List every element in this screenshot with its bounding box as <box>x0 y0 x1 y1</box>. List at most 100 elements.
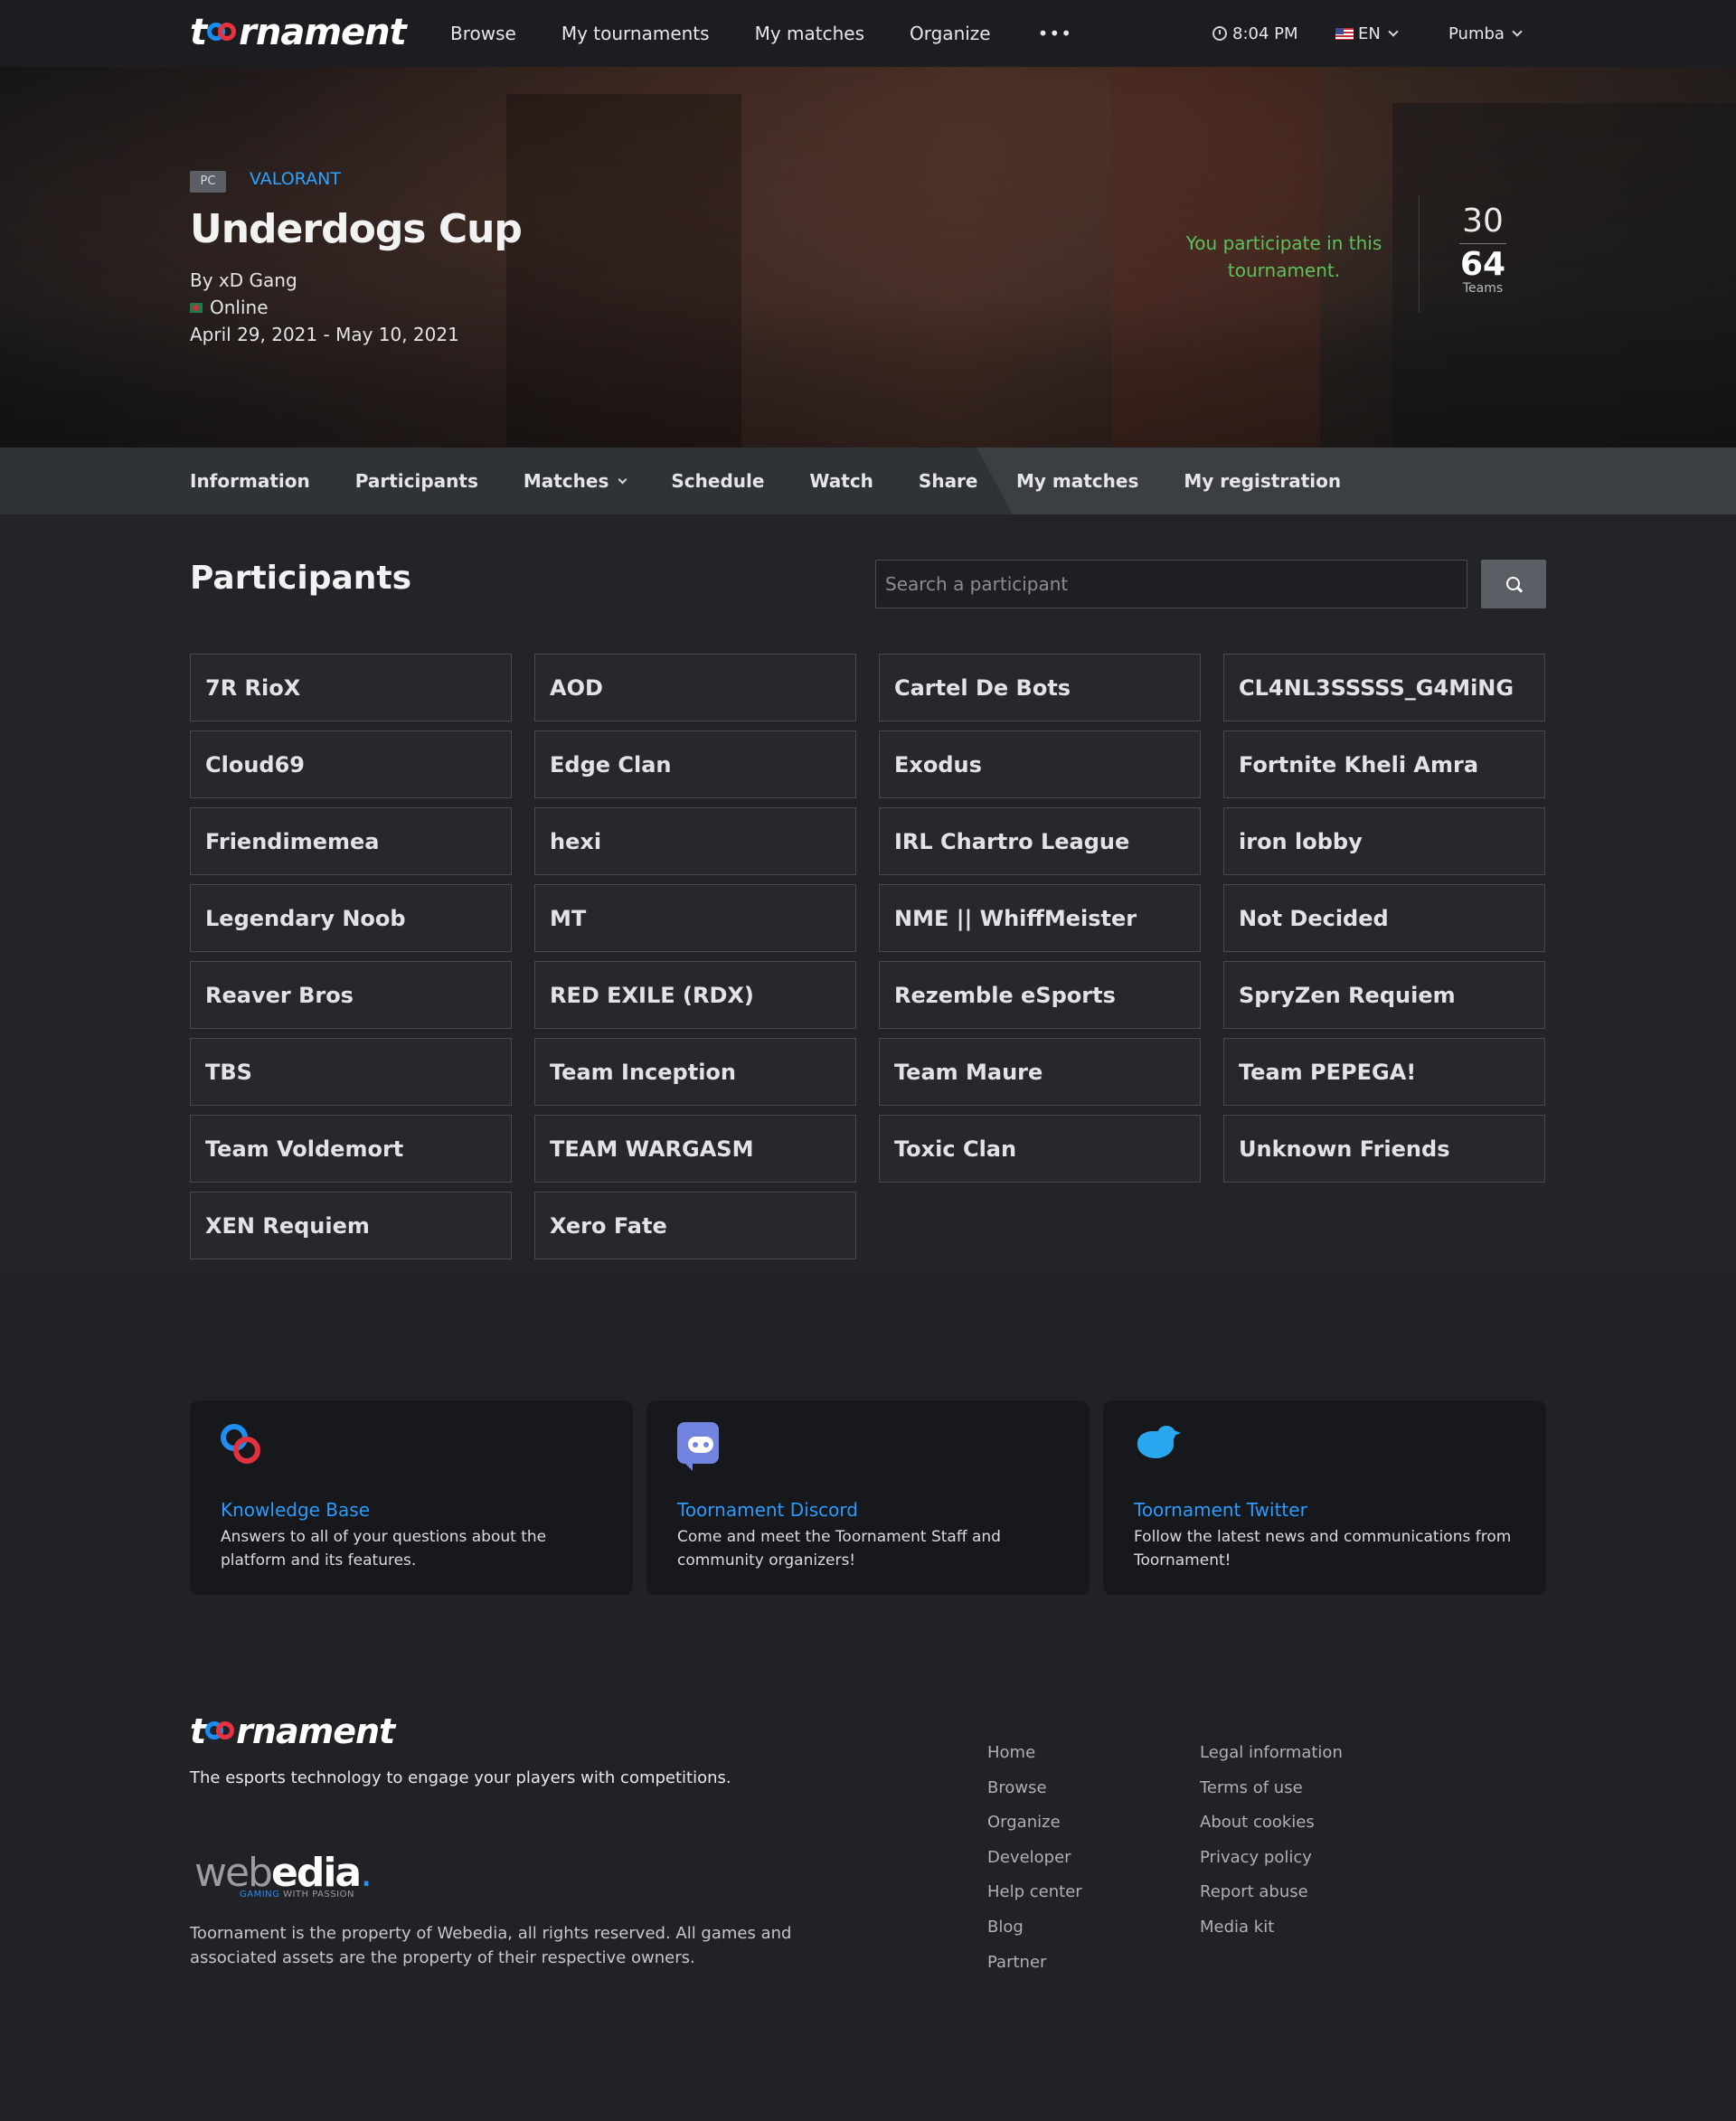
footer-rights: Toornament is the property of Webedia, a… <box>190 1924 792 1967</box>
game-link[interactable]: VALORANT <box>250 169 341 189</box>
participant-card[interactable]: Edge Clan <box>534 731 856 798</box>
footer-link-terms[interactable]: Terms of use <box>1200 1771 1343 1806</box>
bangladesh-flag-icon <box>190 302 203 313</box>
footer-logo[interactable]: t rnament <box>190 1711 395 1751</box>
footer-link-developer[interactable]: Developer <box>987 1841 1082 1876</box>
language-label: EN <box>1358 24 1381 43</box>
tournament-dates: April 29, 2021 - May 10, 2021 <box>190 324 459 345</box>
participants-section: Participants 7R RioX AOD Cartel De Bots … <box>0 514 1736 1274</box>
footer-tagline: The esports technology to engage your pl… <box>190 1768 731 1787</box>
participant-card[interactable]: Team Voldemort <box>190 1115 512 1183</box>
participant-card[interactable]: Legendary Noob <box>190 884 512 952</box>
language-selector[interactable]: EN <box>1335 0 1399 67</box>
more-menu-icon[interactable]: ••• <box>1038 23 1072 44</box>
participant-card[interactable]: Team PEPEGA! <box>1223 1038 1545 1106</box>
discord-text: Come and meet the Toornament Staff and c… <box>677 1528 1001 1570</box>
section-title: Participants <box>190 560 412 597</box>
participant-card[interactable]: Reaver Bros <box>190 961 512 1029</box>
webedia-sub-a: GAMING <box>240 1890 280 1899</box>
knowledge-base-link[interactable]: Knowledge Base <box>221 1499 370 1521</box>
footer-link-home[interactable]: Home <box>987 1736 1082 1771</box>
participant-card[interactable]: Friendimemea <box>190 807 512 875</box>
twitter-card[interactable]: Toornament Twitter Follow the latest new… <box>1103 1400 1546 1595</box>
participant-card[interactable]: iron lobby <box>1223 807 1545 875</box>
participant-card[interactable]: 7R RioX <box>190 654 512 721</box>
knowledge-base-icon <box>221 1422 268 1469</box>
participant-card[interactable]: Exodus <box>879 731 1201 798</box>
tournament-subnav: Information Participants Matches Schedul… <box>0 448 1736 514</box>
footer-link-browse[interactable]: Browse <box>987 1771 1082 1806</box>
participant-card[interactable]: NME || WhiffMeister <box>879 884 1201 952</box>
clock-time: 8:04 PM <box>1232 24 1298 43</box>
participant-card[interactable]: Toxic Clan <box>879 1115 1201 1183</box>
participant-card[interactable]: Team Inception <box>534 1038 856 1106</box>
nav-browse[interactable]: Browse <box>450 23 516 44</box>
clock: 8:04 PM <box>1212 0 1298 67</box>
participant-card[interactable]: IRL Chartro League <box>879 807 1201 875</box>
page: t rnament Browse My tournaments My match… <box>0 0 1736 2121</box>
footer-link-privacy[interactable]: Privacy policy <box>1200 1841 1343 1876</box>
chevron-down-icon <box>1388 25 1399 37</box>
webedia-logo[interactable]: webedia. GAMING WITH PASSION <box>194 1850 373 1899</box>
discord-card[interactable]: Toornament Discord Come and meet the Too… <box>646 1400 1090 1595</box>
participant-card[interactable]: RED EXILE (RDX) <box>534 961 856 1029</box>
footer-link-partner[interactable]: Partner <box>987 1946 1082 1981</box>
participant-card[interactable]: Cloud69 <box>190 731 512 798</box>
logo-text-left: t <box>190 12 207 53</box>
top-navbar: t rnament Browse My tournaments My match… <box>0 0 1736 67</box>
tab-my-matches[interactable]: My matches <box>1016 470 1138 492</box>
discord-link[interactable]: Toornament Discord <box>677 1499 858 1521</box>
participant-card[interactable]: Cartel De Bots <box>879 654 1201 721</box>
tab-matches-label: Matches <box>523 470 609 492</box>
tab-watch[interactable]: Watch <box>809 470 873 492</box>
search-button[interactable] <box>1481 560 1546 608</box>
participant-card[interactable]: Rezemble eSports <box>879 961 1201 1029</box>
tab-participants[interactable]: Participants <box>355 470 478 492</box>
tab-schedule[interactable]: Schedule <box>671 470 764 492</box>
participant-card[interactable]: SpryZen Requiem <box>1223 961 1545 1029</box>
twitter-icon <box>1134 1422 1181 1469</box>
toornament-logo[interactable]: t rnament <box>190 12 407 53</box>
organizer-name: By xD Gang <box>190 269 297 291</box>
footer-link-help-center[interactable]: Help center <box>987 1875 1082 1910</box>
location-label: Online <box>210 297 269 318</box>
user-menu[interactable]: Pumba <box>1448 0 1523 67</box>
participant-card[interactable]: Fortnite Kheli Amra <box>1223 731 1545 798</box>
knowledge-base-card[interactable]: Knowledge Base Answers to all of your qu… <box>190 1400 633 1595</box>
team-count: 30 64 Teams <box>1447 203 1519 296</box>
tab-my-registration[interactable]: My registration <box>1184 470 1341 492</box>
logo-text-right: rnament <box>239 12 407 53</box>
participant-card[interactable]: XEN Requiem <box>190 1192 512 1259</box>
participant-grid: 7R RioX AOD Cartel De Bots CL4NL3SSSSS_G… <box>190 654 1546 1259</box>
participant-card[interactable]: hexi <box>534 807 856 875</box>
footer-link-report-abuse[interactable]: Report abuse <box>1200 1875 1343 1910</box>
participant-card[interactable]: CL4NL3SSSSS_G4MiNG <box>1223 654 1545 721</box>
nav-my-tournaments[interactable]: My tournaments <box>561 23 710 44</box>
participant-card[interactable]: Team Maure <box>879 1038 1201 1106</box>
participant-card[interactable]: Xero Fate <box>534 1192 856 1259</box>
participant-card[interactable]: TBS <box>190 1038 512 1106</box>
participant-card[interactable]: MT <box>534 884 856 952</box>
footer-link-legal[interactable]: Legal information <box>1200 1736 1343 1771</box>
search-icon <box>1505 576 1522 592</box>
footer-link-cookies[interactable]: About cookies <box>1200 1805 1343 1841</box>
nav-my-matches[interactable]: My matches <box>755 23 864 44</box>
participant-card[interactable]: Not Decided <box>1223 884 1545 952</box>
tournament-location: Online <box>190 297 269 318</box>
teams-max: 64 <box>1459 246 1506 283</box>
footer-link-blog[interactable]: Blog <box>987 1910 1082 1946</box>
nav-organize[interactable]: Organize <box>910 23 991 44</box>
participant-card[interactable]: AOD <box>534 654 856 721</box>
footer-links-col-2: Legal information Terms of use About coo… <box>1200 1736 1343 1946</box>
webedia-sub-b: WITH PASSION <box>283 1890 354 1899</box>
tab-share[interactable]: Share <box>919 470 978 492</box>
twitter-link[interactable]: Toornament Twitter <box>1134 1499 1307 1521</box>
participant-card[interactable]: TEAM WARGASM <box>534 1115 856 1183</box>
footer-link-organize[interactable]: Organize <box>987 1805 1082 1841</box>
participant-card[interactable]: Unknown Friends <box>1223 1115 1545 1183</box>
logo-text-left: t <box>190 1711 206 1751</box>
tab-information[interactable]: Information <box>190 470 310 492</box>
footer-link-media-kit[interactable]: Media kit <box>1200 1910 1343 1946</box>
tab-matches[interactable]: Matches <box>524 470 627 492</box>
participant-search-input[interactable] <box>875 560 1467 608</box>
